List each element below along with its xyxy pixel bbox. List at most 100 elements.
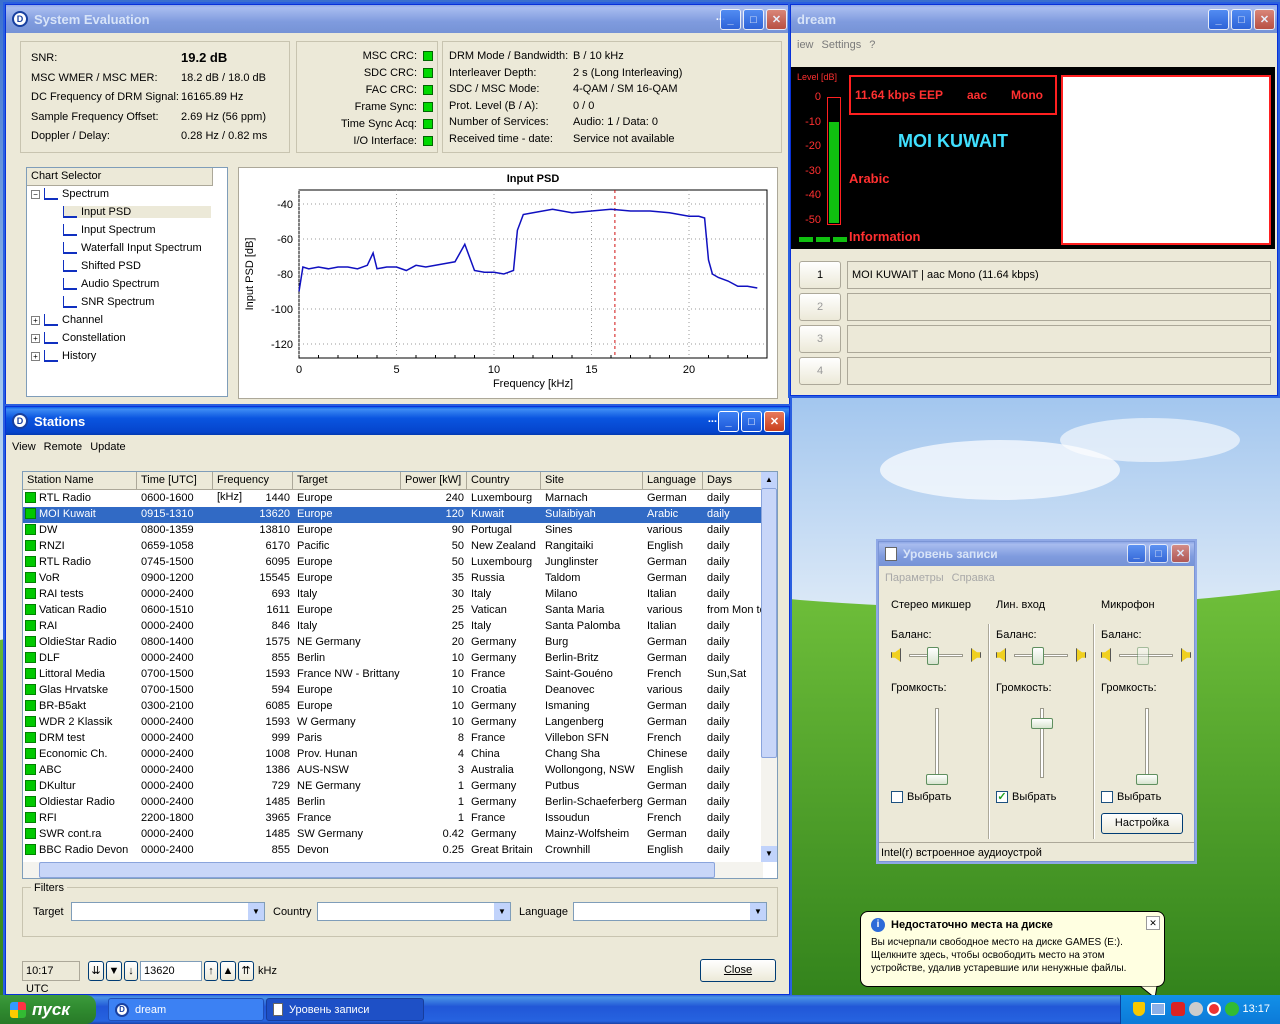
table-row[interactable]: RFI 2200-1800 3965 France 1 France Issoudun Fre… — [23, 811, 763, 827]
menu-item[interactable]: Update — [90, 441, 125, 453]
table-row[interactable]: RTL Radio 0600-1600 1440 Europe 240 Luxembour… — [23, 491, 763, 507]
antivirus-icon[interactable] — [1171, 1002, 1185, 1016]
column-header[interactable]: Site — [541, 472, 643, 490]
vertical-scrollbar[interactable]: ▲ ▼ — [761, 472, 777, 862]
mixer-titlebar[interactable]: Уровень записи — [879, 542, 1194, 566]
minimize-button[interactable]: _ — [1208, 9, 1229, 30]
service-button-1[interactable]: 1 — [799, 261, 841, 289]
column-header[interactable]: Power [kW] — [401, 472, 467, 490]
security-shield-icon[interactable] — [1133, 1002, 1145, 1016]
table-row[interactable]: BR-B5akt 0300-2100 6085 Europe 10 Germany Isma… — [23, 699, 763, 715]
volume-slider[interactable] — [926, 774, 948, 785]
table-row[interactable]: ABC 0000-2400 1386 AUS-NSW 3 Australia Wollong… — [23, 763, 763, 779]
task-recording-mixer[interactable]: Уровень записи — [266, 998, 424, 1021]
service-button-2[interactable]: 2 — [799, 293, 841, 321]
expander-icon[interactable]: + — [31, 333, 40, 343]
table-row[interactable]: BBC Radio Devon 0000-2400 855 Devon 0.25 Grea… — [23, 843, 763, 859]
table-row[interactable]: RAI tests 0000-2400 693 Italy 30 Italy Milano I… — [23, 587, 763, 603]
disk-space-balloon[interactable]: i Недостаточно места на диске Вы исчерпа… — [860, 911, 1165, 987]
tree-item-snr-spectrum[interactable]: SNR Spectrum — [63, 296, 154, 308]
table-row[interactable]: DLF 0000-2400 855 Berlin 10 Germany Berlin-Bri… — [23, 651, 763, 667]
menu-item[interactable]: Параметры — [885, 572, 944, 584]
horizontal-scrollbar[interactable] — [23, 862, 763, 878]
country-combo[interactable]: ▼ — [317, 902, 511, 921]
dream-titlebar[interactable]: dream — [791, 5, 1277, 33]
tree-item-spectrum[interactable]: − Spectrum — [31, 188, 109, 200]
table-row[interactable]: Economic Ch. 0000-2400 1008 Prov. Hunan 4 Chi… — [23, 747, 763, 763]
scroll-up-button[interactable]: ▲ — [761, 472, 777, 488]
network-icon[interactable] — [1151, 1003, 1165, 1015]
mixer-settings-button[interactable]: Настройка — [1101, 813, 1183, 834]
table-row[interactable]: MOI Kuwait 0915-1310 13620 Europe 120 Kuwait S… — [23, 507, 763, 523]
maximize-button[interactable]: □ — [741, 411, 762, 432]
close-button[interactable]: ✕ — [764, 411, 785, 432]
maximize-button[interactable]: □ — [743, 9, 764, 30]
media-icon[interactable] — [1207, 1002, 1221, 1016]
stations-titlebar[interactable]: D Stations — [6, 407, 789, 435]
table-row[interactable]: DKultur 0000-2400 729 NE Germany 1 Germany Put… — [23, 779, 763, 795]
scroll-down-button[interactable]: ▼ — [761, 846, 777, 862]
table-row[interactable]: WDR 2 Klassik 0000-2400 1593 W Germany 10 Ger… — [23, 715, 763, 731]
column-header[interactable]: Days — [703, 472, 763, 490]
volume-icon[interactable] — [1189, 1002, 1203, 1016]
tree-item-channel[interactable]: + Channel — [31, 314, 103, 326]
close-button[interactable]: ✕ — [1171, 544, 1190, 563]
table-row[interactable]: Littoral Media 0700-1500 1593 France NW - B… — [23, 667, 763, 683]
column-header[interactable]: Time [UTC] — [137, 472, 213, 490]
select-checkbox[interactable] — [891, 791, 903, 803]
table-row[interactable]: Glas Hrvatske 0700-1500 594 Europe 10 Croatia… — [23, 683, 763, 699]
tree-item-input-psd[interactable]: Input PSD — [63, 206, 211, 218]
volume-slider[interactable] — [1136, 774, 1158, 785]
table-row[interactable]: OldieStar Radio 0800-1400 1575 NE Germany 20… — [23, 635, 763, 651]
scroll-thumb[interactable] — [761, 488, 777, 758]
table-row[interactable]: DRM test 0000-2400 999 Paris 8 France Villebon… — [23, 731, 763, 747]
balance-slider[interactable] — [1032, 647, 1044, 665]
volume-slider[interactable] — [1031, 717, 1053, 729]
table-row[interactable]: VoR 0900-1200 15545 Europe 35 Russia Taldom Ger… — [23, 571, 763, 587]
column-header[interactable]: Language — [643, 472, 703, 490]
task-dream[interactable]: D dream — [108, 998, 264, 1021]
start-button[interactable]: пуск — [0, 995, 96, 1024]
table-row[interactable]: RAI 0000-2400 846 Italy 25 Italy Santa Palomba… — [23, 619, 763, 635]
service-button-3[interactable]: 3 — [799, 325, 841, 353]
maximize-button[interactable]: □ — [1149, 544, 1168, 563]
tune-down-button[interactable]: ▼ — [106, 961, 122, 981]
minimize-button[interactable]: _ — [718, 411, 739, 432]
chart-selector-tree[interactable]: Chart Selector − Spectrum Input PSD Input S… — [26, 167, 228, 397]
menu-item[interactable]: Settings — [822, 39, 862, 51]
tune-fast-up-button[interactable]: ⇈ — [238, 961, 254, 981]
table-row[interactable]: Vatican Radio 0600-1510 1611 Europe 25 Vatica… — [23, 603, 763, 619]
balance-slider[interactable] — [927, 647, 939, 665]
tree-item-audio-spectrum[interactable]: Audio Spectrum — [63, 278, 159, 290]
menu-item[interactable]: iew — [797, 39, 814, 51]
target-combo[interactable]: ▼ — [71, 902, 265, 921]
frequency-input[interactable]: 13620 — [140, 961, 202, 981]
language-combo[interactable]: ▼ — [573, 902, 767, 921]
column-header[interactable]: Country — [467, 472, 541, 490]
table-row[interactable]: Oldiestar Radio 0000-2400 1485 Berlin 1 Germa… — [23, 795, 763, 811]
tree-item-constellation[interactable]: + Constellation — [31, 332, 126, 344]
column-header[interactable]: Frequency [kHz] — [213, 472, 293, 503]
table-row[interactable]: DW 0800-1359 13810 Europe 90 Portugal Sines var… — [23, 523, 763, 539]
maximize-button[interactable]: □ — [1231, 9, 1252, 30]
column-header[interactable]: Station Name — [23, 472, 137, 490]
tree-item-shifted-psd[interactable]: Shifted PSD — [63, 260, 141, 272]
table-row[interactable]: RNZI 0659-1058 6170 Pacific 50 New Zealand Ran… — [23, 539, 763, 555]
tune-step-down-button[interactable]: ↓ — [124, 961, 138, 981]
system-evaluation-titlebar[interactable]: D System Evaluation — [6, 5, 789, 33]
service-button-4[interactable]: 4 — [799, 357, 841, 385]
tree-item-history[interactable]: + History — [31, 350, 96, 362]
expander-icon[interactable]: − — [31, 189, 40, 199]
select-checkbox[interactable] — [1101, 791, 1113, 803]
expander-icon[interactable]: + — [31, 315, 40, 325]
menu-item[interactable]: Remote — [44, 441, 83, 453]
minimize-button[interactable]: _ — [720, 9, 741, 30]
close-stations-button[interactable]: Close — [700, 959, 776, 982]
menu-item[interactable]: Справка — [952, 572, 995, 584]
tune-step-up-button[interactable]: ↑ — [204, 961, 218, 981]
minimize-button[interactable]: _ — [1127, 544, 1146, 563]
close-button[interactable]: ✕ — [766, 9, 787, 30]
scroll-thumb[interactable] — [39, 862, 715, 878]
close-button[interactable]: ✕ — [1254, 9, 1275, 30]
table-row[interactable]: RTL Radio 0745-1500 6095 Europe 50 Luxembourg… — [23, 555, 763, 571]
